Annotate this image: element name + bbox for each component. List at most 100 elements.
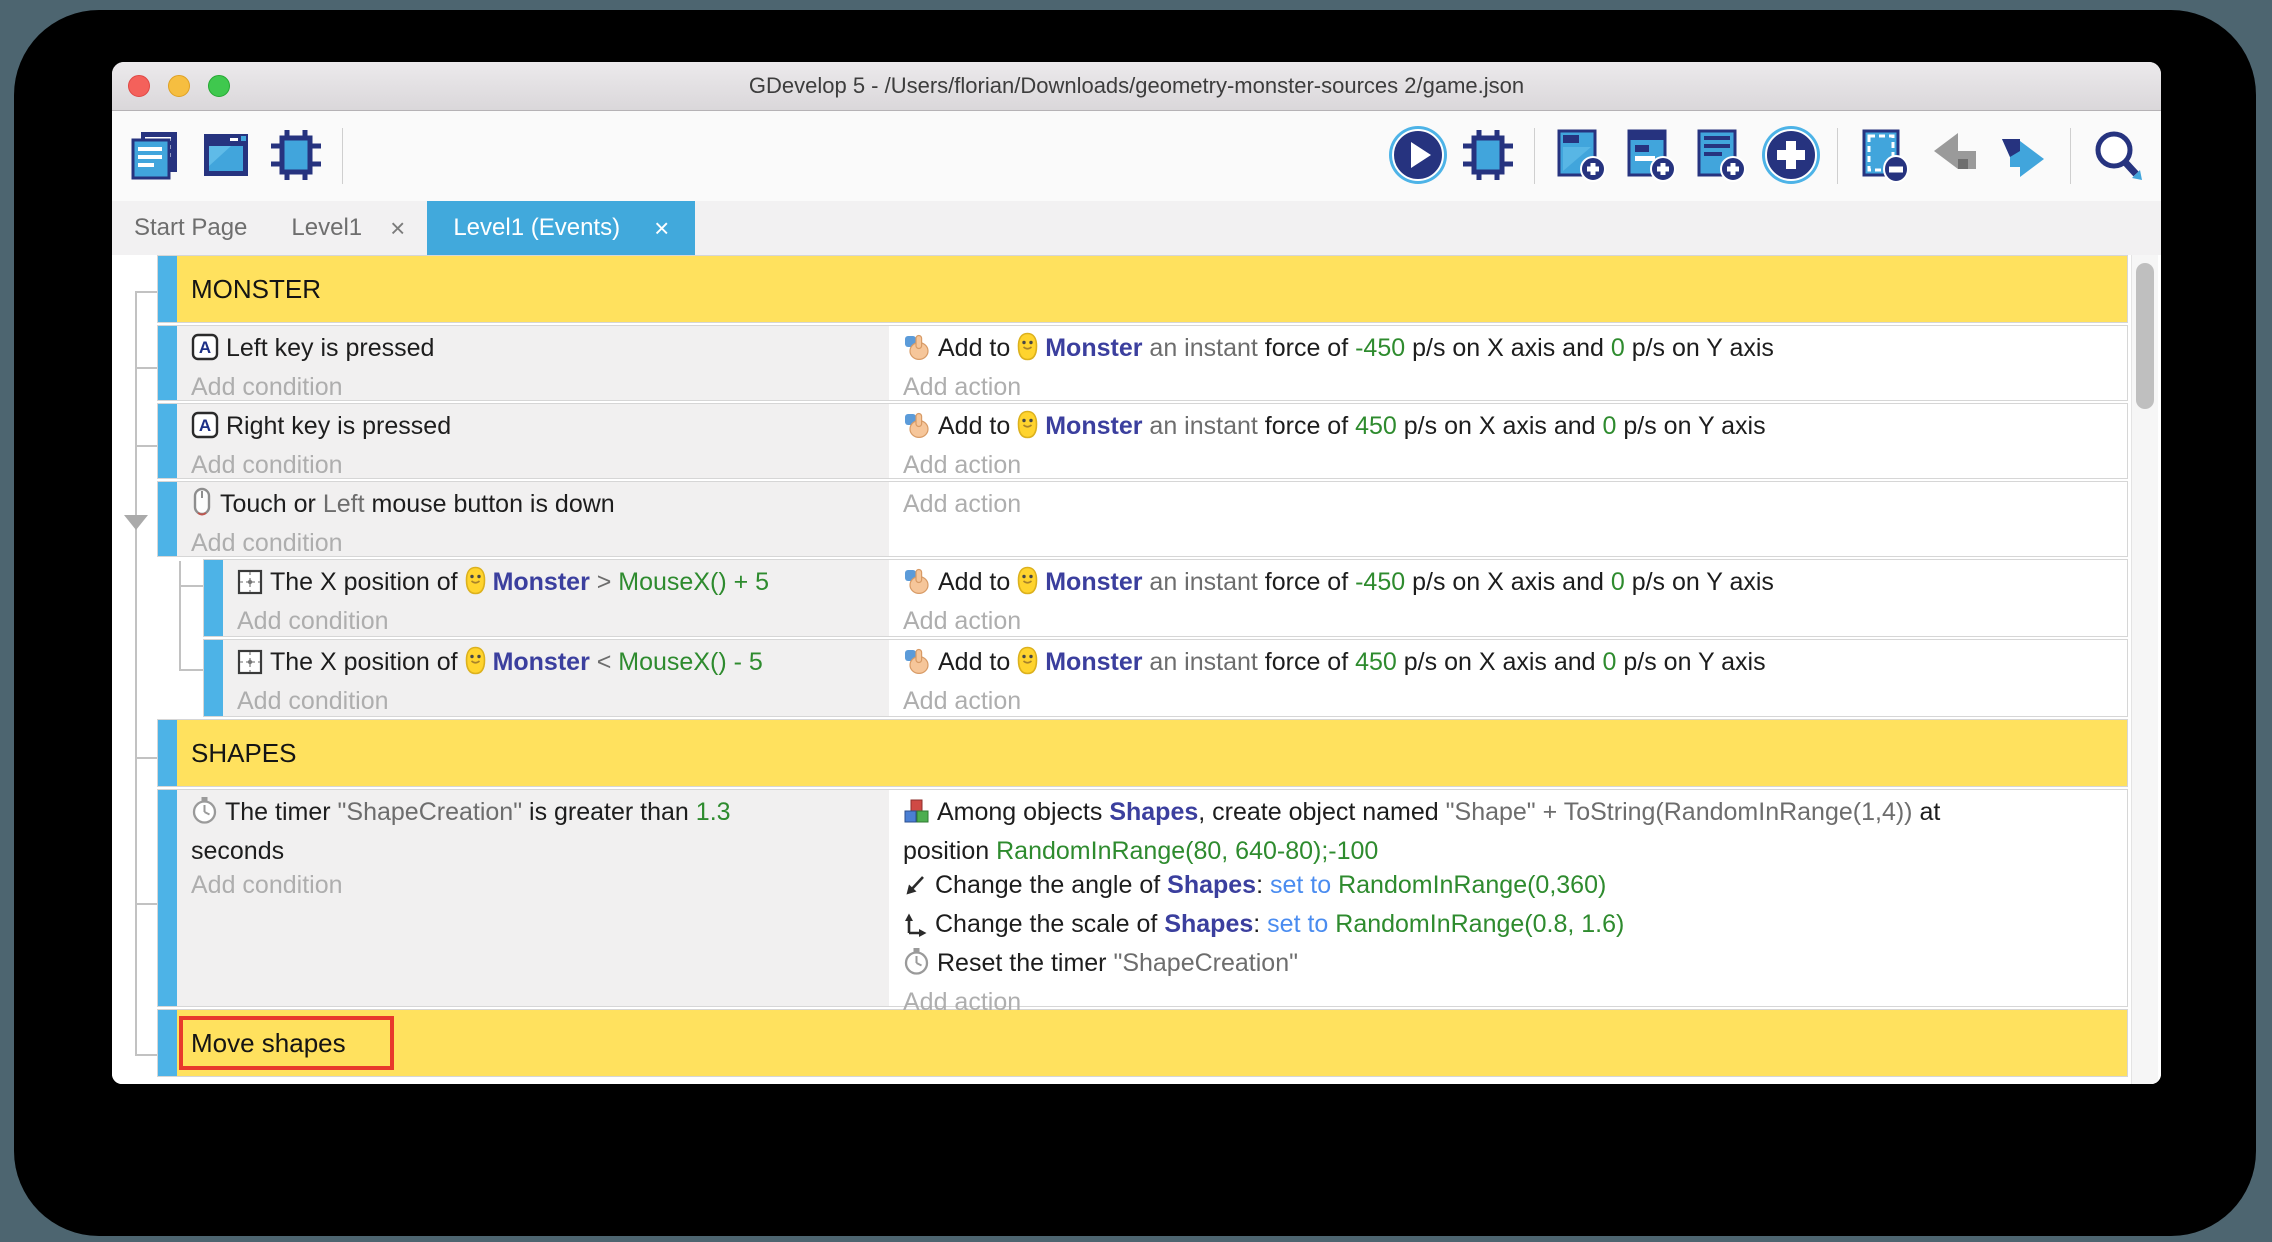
add-condition-button[interactable]: Add condition: [237, 684, 879, 718]
event-row[interactable]: The X position of Monster > MouseX() + 5…: [203, 559, 2128, 637]
condition-item[interactable]: The X position of Monster > MouseX() + 5: [237, 565, 879, 604]
action-item[interactable]: Add to Monster an instant force of -450 …: [903, 331, 2117, 370]
group-header-row[interactable]: SHAPES: [157, 719, 2128, 787]
condition-item[interactable]: ALeft key is pressed: [191, 331, 879, 370]
conditions-column: Touch or Left mouse button is downAdd co…: [177, 482, 889, 556]
group-label: MONSTER: [177, 256, 2127, 322]
collapse-triangle-icon[interactable]: [124, 515, 148, 530]
add-condition-button[interactable]: Add condition: [191, 868, 879, 902]
text-segment: force of: [1265, 648, 1355, 676]
text-segment: MouseX() - 5: [618, 648, 762, 676]
group-header[interactable]: MONSTER: [177, 256, 2127, 322]
add-comment-button[interactable]: [1691, 125, 1751, 187]
add-action-button[interactable]: Add action: [903, 448, 2117, 482]
group-header[interactable]: Move shapes: [177, 1010, 2127, 1076]
tab-label: Level1: [291, 214, 362, 242]
condition-item[interactable]: The timer "ShapeCreation" is greater tha…: [191, 795, 879, 868]
add-action-button[interactable]: Add action: [903, 487, 2117, 521]
close-tab-icon[interactable]: ×: [654, 213, 669, 244]
event-strip: [158, 720, 177, 786]
scrollbar-thumb[interactable]: [2136, 263, 2154, 409]
add-action-button[interactable]: Add action: [903, 370, 2117, 404]
condition-item[interactable]: ARight key is pressed: [191, 409, 879, 448]
redo-button[interactable]: [1994, 125, 2054, 187]
add-event-icon: [1551, 125, 1611, 188]
tab-level1[interactable]: Level1 ×: [269, 201, 427, 255]
gdevelop-window: GDevelop 5 - /Users/florian/Downloads/ge…: [112, 62, 2161, 1084]
conditions-column: The timer "ShapeCreation" is greater tha…: [177, 790, 889, 1006]
add-circle-button[interactable]: [1761, 125, 1821, 187]
event-strip: [204, 640, 223, 716]
text-segment: "ShapeCreation": [338, 798, 523, 826]
event-row[interactable]: The X position of Monster < MouseX() - 5…: [203, 639, 2128, 717]
tab-start-page[interactable]: Start Page: [112, 201, 269, 255]
action-item[interactable]: Change the scale of Shapes: set to Rando…: [903, 907, 2117, 946]
position-icon: [237, 569, 263, 604]
group-header[interactable]: SHAPES: [177, 720, 2127, 786]
event-strip: [158, 404, 177, 478]
event-row[interactable]: ARight key is pressedAdd condition Add to…: [157, 403, 2128, 479]
tree-line: [135, 291, 137, 1056]
event-strip: [204, 560, 223, 636]
play-button[interactable]: [1388, 125, 1448, 187]
toolbar-divider: [1534, 128, 1535, 184]
add-condition-button[interactable]: Add condition: [191, 370, 879, 404]
text-segment: force of: [1265, 334, 1355, 362]
vertical-scrollbar[interactable]: [2131, 255, 2158, 1084]
text-segment: p/s on X axis and: [1405, 334, 1611, 362]
add-event-button[interactable]: [1551, 125, 1611, 187]
event-row[interactable]: The timer "ShapeCreation" is greater tha…: [157, 789, 2128, 1007]
close-tab-icon[interactable]: ×: [390, 213, 405, 244]
add-condition-button[interactable]: Add condition: [191, 526, 879, 560]
condition-item[interactable]: Touch or Left mouse button is down: [191, 487, 879, 526]
action-item[interactable]: Add to Monster an instant force of 450 p…: [903, 409, 2117, 448]
add-circle-icon: [1760, 124, 1822, 189]
add-action-button[interactable]: Add action: [903, 604, 2117, 638]
add-comment-icon: [1691, 125, 1751, 188]
action-item[interactable]: Reset the timer "ShapeCreation": [903, 946, 2117, 985]
debugger-button[interactable]: [1458, 125, 1518, 187]
group-label: SHAPES: [177, 720, 2127, 786]
tab-label: Level1 (Events): [453, 214, 620, 242]
scene-editor-button[interactable]: [196, 125, 256, 187]
event-row[interactable]: Touch or Left mouse button is downAdd co…: [157, 481, 2128, 557]
project-manager-button[interactable]: [126, 125, 186, 187]
toolbar-divider: [1837, 128, 1838, 184]
event-strip: [158, 482, 177, 556]
text-segment: mouse button is down: [365, 490, 615, 518]
add-condition-button[interactable]: Add condition: [237, 604, 879, 638]
toolbar-divider: [342, 128, 343, 184]
tab-level1-events[interactable]: Level1 (Events) ×: [427, 201, 695, 255]
text-segment: Touch or: [220, 490, 323, 518]
undo-button[interactable]: [1924, 125, 1984, 187]
monster-icon: [465, 566, 486, 604]
action-item[interactable]: Add to Monster an instant force of -450 …: [903, 565, 2117, 604]
group-header-row[interactable]: MONSTER: [157, 255, 2128, 323]
add-condition-button[interactable]: Add condition: [191, 448, 879, 482]
text-segment: Add to: [938, 568, 1017, 596]
delete-event-button[interactable]: [1854, 125, 1914, 187]
play-icon: [1387, 124, 1449, 189]
text-segment: Monster: [1045, 568, 1142, 596]
add-action-button[interactable]: Add action: [903, 684, 2117, 718]
mouse-icon: [191, 487, 213, 526]
text-segment: p/s on Y axis: [1616, 412, 1765, 440]
action-item[interactable]: Among objects Shapes, create object name…: [903, 795, 2117, 868]
text-segment: p/s on Y axis: [1625, 568, 1774, 596]
search-button[interactable]: [2087, 125, 2147, 187]
event-rows: MONSTERALeft key is pressedAdd condition…: [157, 255, 2128, 1079]
actions-column: Add to Monster an instant force of -450 …: [891, 560, 2127, 636]
condition-item[interactable]: The X position of Monster < MouseX() - 5: [237, 645, 879, 684]
action-item[interactable]: Add to Monster an instant force of 450 p…: [903, 645, 2117, 684]
event-row[interactable]: ALeft key is pressedAdd condition Add to …: [157, 325, 2128, 401]
hand-icon: [903, 567, 931, 604]
text-segment: 450: [1355, 412, 1397, 440]
debugger-button[interactable]: [266, 125, 326, 187]
text-segment: is greater than: [522, 798, 696, 826]
group-header-row[interactable]: Move shapes: [157, 1009, 2128, 1077]
monster-icon: [1017, 566, 1038, 604]
action-item[interactable]: Change the angle of Shapes: set to Rando…: [903, 868, 2117, 907]
add-sub-event-button[interactable]: [1621, 125, 1681, 187]
title-bar: GDevelop 5 - /Users/florian/Downloads/ge…: [112, 62, 2161, 111]
keyboard-icon: A: [191, 333, 219, 370]
